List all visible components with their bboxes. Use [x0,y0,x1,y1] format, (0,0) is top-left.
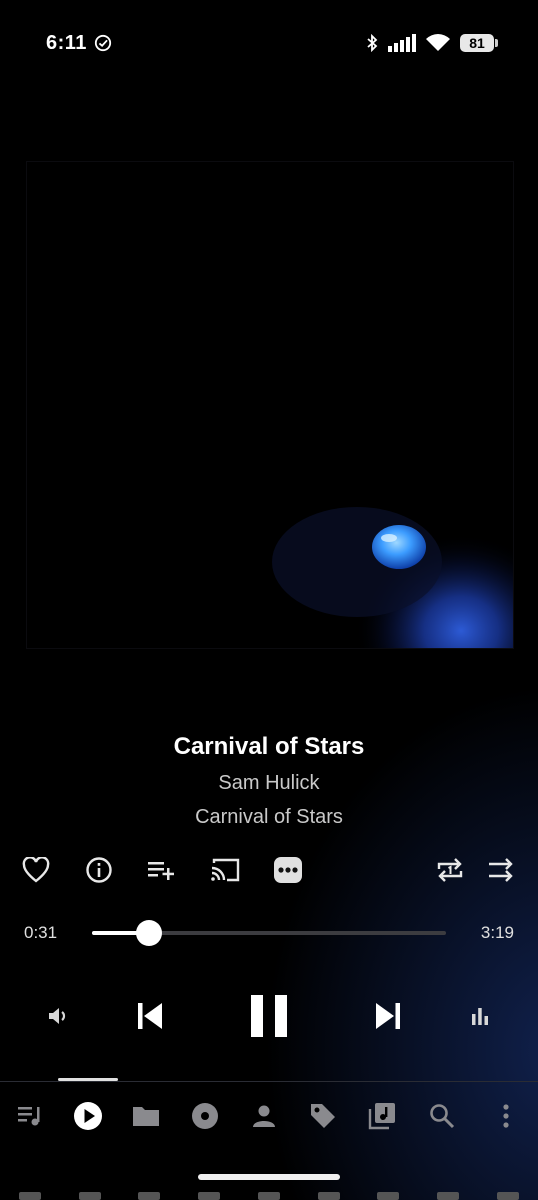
sync-check-icon [94,34,112,52]
wifi-icon [426,34,450,51]
nav-artists[interactable] [244,1097,284,1135]
skip-next-icon [376,1003,400,1029]
track-title: Carnival of Stars [173,733,365,760]
track-album[interactable]: Carnival of Stars [0,806,538,829]
now-playing-icon [74,1102,102,1130]
shuffle-button[interactable] [481,852,521,888]
repeat-button[interactable] [430,852,470,888]
status-time: 6:11 [46,32,87,54]
playlists-icon [368,1103,395,1130]
status-indicators: 81 [366,32,498,54]
play-pause-button[interactable] [240,990,298,1042]
heart-icon [22,857,50,883]
album-art-image [27,162,513,648]
pause-icon [251,995,287,1037]
skip-previous-icon [138,1003,162,1029]
equalizer-icon [472,1008,488,1025]
cast-icon [211,858,240,882]
queue-icon [18,1107,40,1126]
folders-icon [133,1107,159,1126]
genres-icon [311,1104,335,1128]
cast-button[interactable] [205,852,245,888]
favorite-button[interactable] [16,852,56,888]
nav-peek-strip [0,1192,538,1200]
nav-overflow[interactable] [486,1097,526,1135]
track-artist[interactable]: Sam Hulick [0,772,538,795]
seek-thumb[interactable] [136,920,162,946]
more-options-icon [274,857,302,883]
shuffle-icon [489,858,513,882]
album-art [26,161,514,649]
artists-icon [253,1105,275,1127]
battery-indicator: 81 [460,34,498,52]
nav-queue[interactable] [10,1097,50,1135]
battery-level: 81 [469,35,485,51]
bluetooth-icon [367,34,378,52]
search-icon [430,1104,455,1129]
add-to-queue-button[interactable] [142,852,182,888]
volume-icon [49,1008,66,1024]
nav-now-playing[interactable] [68,1097,108,1135]
info-icon [86,857,112,883]
overflow-menu-icon [503,1104,509,1128]
nav-albums[interactable] [185,1097,225,1135]
nav-genres[interactable] [303,1097,343,1135]
elapsed-time: 0:31 [24,923,58,942]
nav-folders[interactable] [126,1097,166,1135]
nav-search[interactable] [422,1097,462,1135]
total-time: 3:19 [480,923,514,942]
info-button[interactable] [79,852,119,888]
volume-button[interactable] [40,990,76,1042]
add-to-queue-icon [148,862,174,880]
more-options-button[interactable] [268,852,308,888]
nav-divider [0,1081,538,1082]
next-button[interactable] [364,990,412,1042]
albums-icon [192,1103,218,1129]
nav-playlists[interactable] [362,1097,402,1135]
previous-button[interactable] [126,990,174,1042]
cell-signal-icon [388,34,416,52]
equalizer-button[interactable] [462,990,498,1042]
home-gesture-bar[interactable] [198,1174,340,1180]
repeat-one-icon [437,858,463,882]
